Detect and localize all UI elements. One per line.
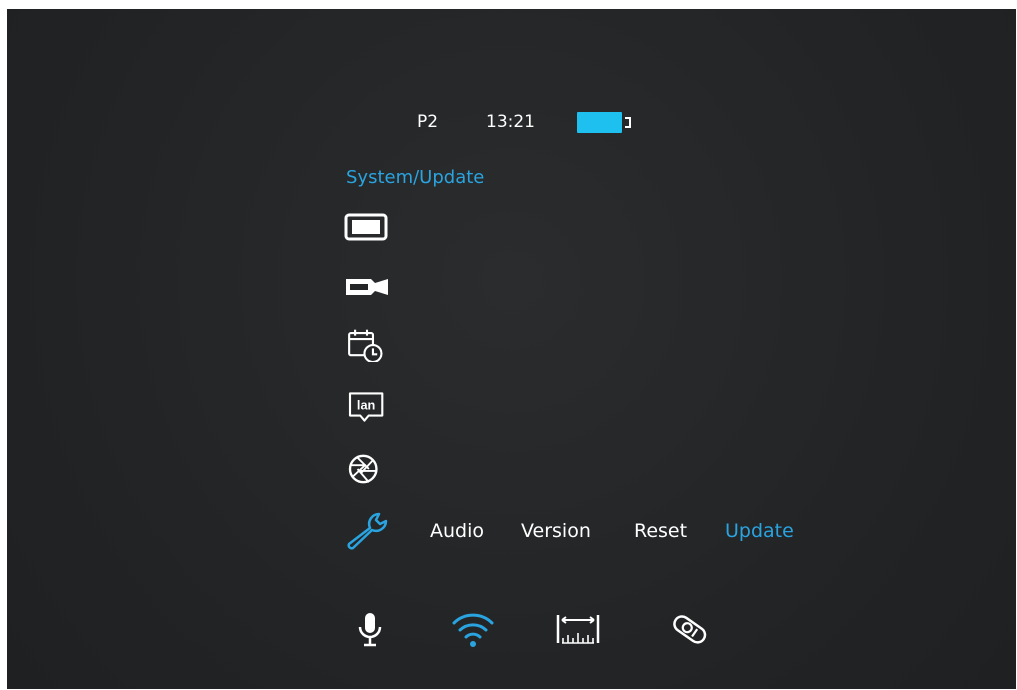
breadcrumb: System/Update — [346, 167, 485, 188]
device-screen — [7, 9, 1016, 689]
ruler-range-icon[interactable] — [553, 609, 603, 649]
menu-item-reset[interactable]: Reset — [634, 520, 687, 542]
profile-indicator: P2 — [417, 112, 439, 132]
laser-rangefinder-icon[interactable] — [665, 609, 715, 649]
calendar-clock-icon[interactable] — [343, 328, 391, 362]
display-icon[interactable] — [343, 210, 391, 244]
wrench-icon[interactable] — [343, 510, 391, 552]
aperture-icon[interactable] — [343, 452, 391, 486]
menu-item-audio[interactable]: Audio — [430, 520, 484, 542]
menu-item-update[interactable]: Update — [725, 520, 794, 542]
battery-icon — [577, 112, 622, 133]
svg-text:lan: lan — [357, 398, 375, 413]
battery-tip — [625, 117, 631, 128]
camera-icon[interactable] — [343, 270, 391, 304]
microphone-icon[interactable] — [345, 609, 395, 649]
menu-item-version[interactable]: Version — [521, 520, 591, 542]
wifi-icon[interactable] — [448, 609, 498, 649]
lan-icon[interactable]: lan — [343, 390, 391, 424]
clock: 13:21 — [486, 112, 535, 132]
